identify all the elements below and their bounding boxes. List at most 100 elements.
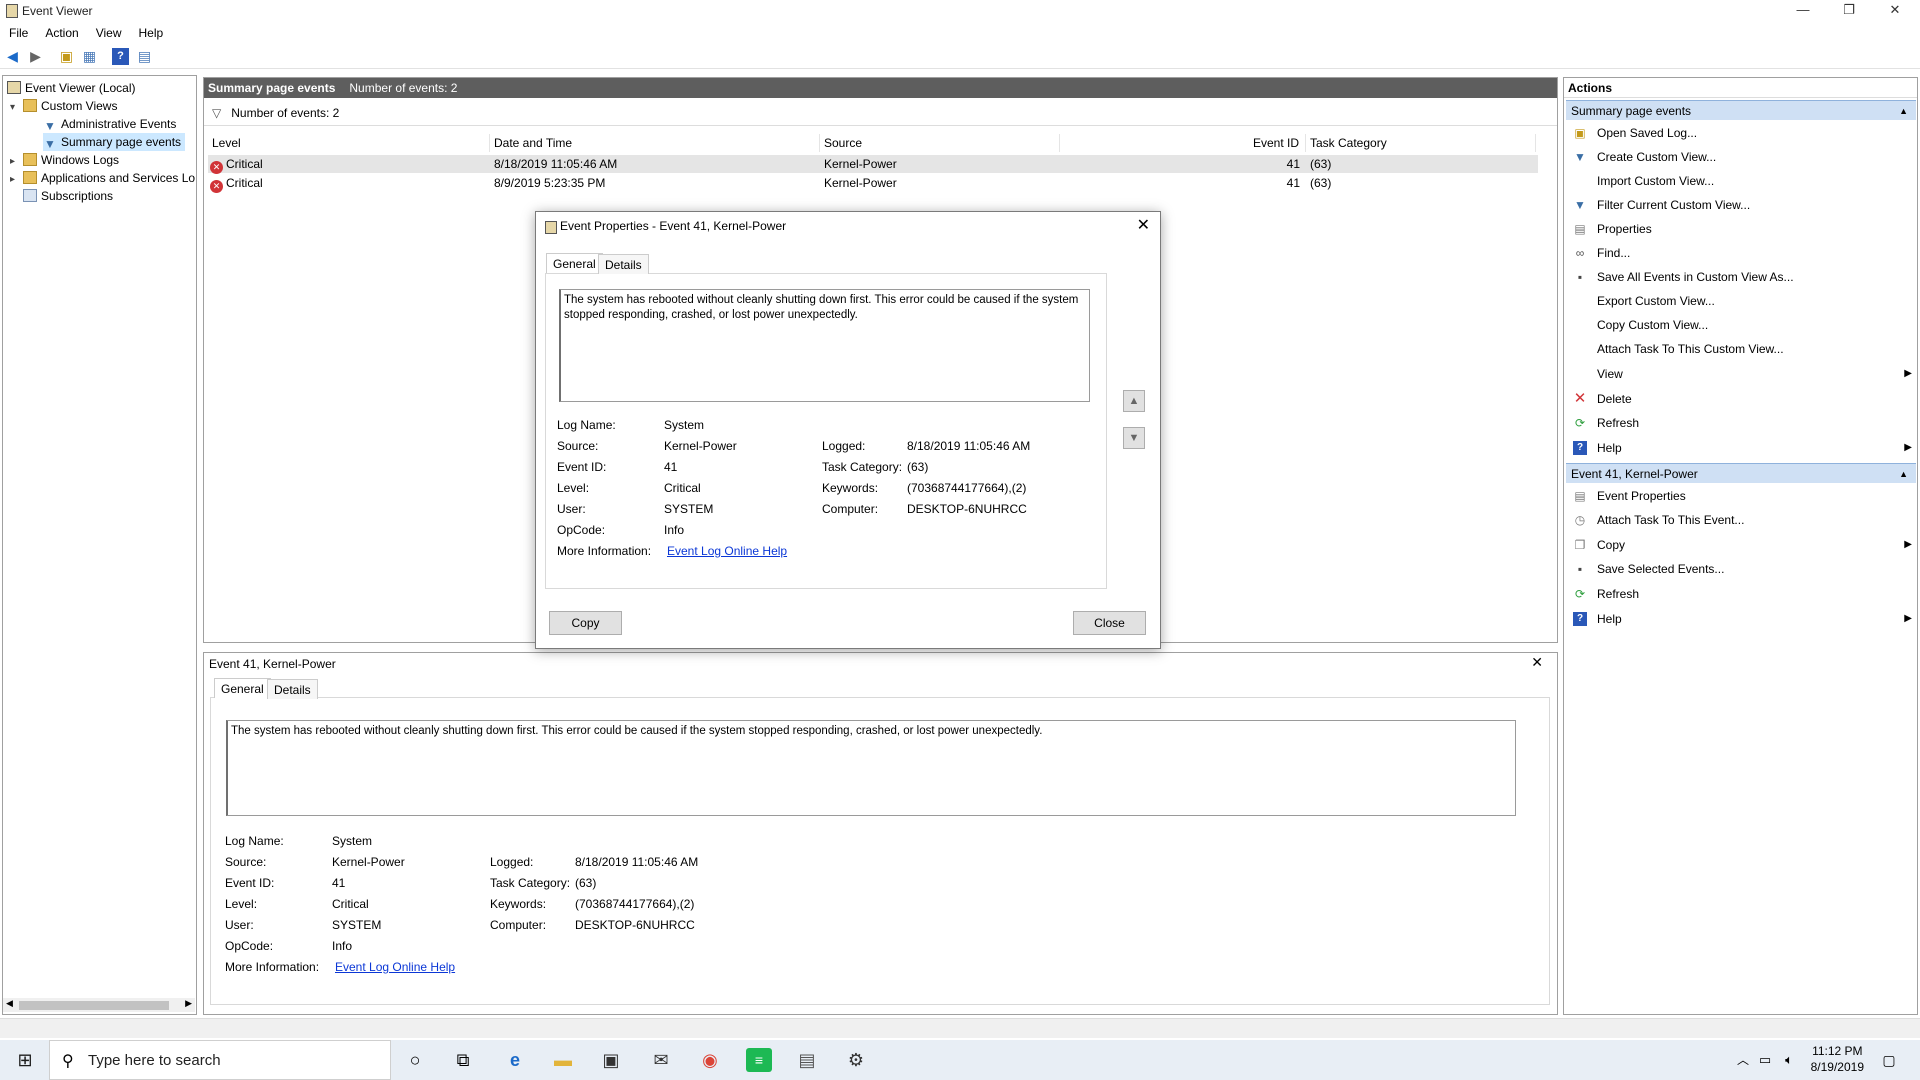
title-bar: Event Viewer — ❐ ✕ — [0, 0, 1920, 22]
preview-tab-details[interactable]: Details — [267, 679, 318, 699]
action-find[interactable]: ∞ Find... — [1569, 243, 1914, 263]
submenu-arrow-icon: ▶ — [1904, 368, 1912, 379]
close-preview-icon[interactable]: ✕ — [1531, 654, 1543, 671]
collapse-chevron-icon[interactable]: ▲ — [1899, 101, 1908, 121]
cortana-icon[interactable]: ○ — [402, 1048, 428, 1072]
scroll-left-icon[interactable]: ◀ — [6, 998, 13, 1009]
previous-event-arrow-icon[interactable]: ▲ — [1123, 390, 1145, 412]
tree-applications-services-logs[interactable]: Applications and Services Lo — [23, 169, 195, 187]
help-icon: ? — [1573, 441, 1587, 455]
help-icon: ? — [1573, 612, 1587, 626]
scroll-thumb[interactable] — [19, 1001, 169, 1010]
taskbar-search-box[interactable]: ⚲ Type here to search — [49, 1040, 391, 1080]
event-viewer-taskbar-icon[interactable]: ▤ — [794, 1048, 820, 1072]
action-properties[interactable]: ▤ Properties — [1569, 219, 1914, 239]
restore-button[interactable]: ❐ — [1826, 0, 1872, 22]
tree-horizontal-scrollbar[interactable]: ◀ ▶ — [3, 998, 195, 1012]
action-help-event[interactable]: ? Help ▶ — [1569, 609, 1914, 629]
expand-icon[interactable]: ▸ — [10, 156, 15, 167]
menu-action[interactable]: Action — [36, 23, 86, 40]
column-date-time[interactable]: Date and Time — [490, 134, 820, 152]
collapse-chevron-icon[interactable]: ▲ — [1899, 464, 1908, 484]
action-open-saved-log[interactable]: ▣ Open Saved Log... — [1569, 123, 1914, 143]
action-export-custom-view[interactable]: Export Custom View... — [1569, 291, 1914, 311]
menu-view[interactable]: View — [87, 23, 130, 40]
action-refresh-event[interactable]: ⟳ Refresh — [1569, 584, 1914, 604]
dialog-tab-general[interactable]: General — [546, 253, 603, 273]
dialog-close-icon[interactable]: ✕ — [1137, 215, 1150, 235]
collapse-icon[interactable]: ▾ — [10, 102, 15, 113]
folder-up-icon[interactable]: ▣ — [58, 48, 75, 65]
event-log-online-help-link[interactable]: Event Log Online Help — [667, 544, 787, 558]
event-viewer-icon — [7, 81, 21, 94]
menu-help[interactable]: Help — [130, 23, 172, 40]
column-event-id[interactable]: Event ID — [1060, 134, 1306, 152]
action-attach-task-event[interactable]: ◷ Attach Task To This Event... — [1569, 510, 1914, 530]
actions-section-summary-events[interactable]: Summary page events ▲ — [1566, 100, 1916, 120]
event-log-online-help-link[interactable]: Event Log Online Help — [335, 960, 455, 974]
close-button[interactable]: Close — [1073, 611, 1146, 635]
column-task-category[interactable]: Task Category — [1306, 134, 1536, 152]
action-import-custom-view[interactable]: Import Custom View... — [1569, 171, 1914, 191]
store-icon[interactable]: ▣ — [598, 1048, 624, 1072]
tree-root[interactable]: Event Viewer (Local) — [7, 79, 136, 97]
action-save-all-events[interactable]: ▪ Save All Events in Custom View As... — [1569, 267, 1914, 287]
spotify-icon[interactable]: ≡ — [746, 1048, 772, 1072]
action-create-custom-view[interactable]: ▼ Create Custom View... — [1569, 147, 1914, 167]
show-action-pane-icon[interactable]: ▤ — [136, 48, 153, 65]
dialog-tab-details[interactable]: Details — [598, 254, 649, 274]
back-arrow-icon[interactable]: ◀ — [4, 48, 21, 65]
label-level: Level: — [225, 897, 258, 911]
action-filter-current-custom-view[interactable]: ▼ Filter Current Custom View... — [1569, 195, 1914, 215]
event-properties-dialog: Event Properties - Event 41, Kernel-Powe… — [535, 211, 1161, 649]
tree-administrative-events[interactable]: ▼ Administrative Events — [43, 115, 176, 133]
action-event-properties[interactable]: ▤ Event Properties — [1569, 486, 1914, 506]
show-hide-tree-icon[interactable]: ▦ — [81, 48, 98, 65]
action-view[interactable]: View ▶ — [1569, 364, 1914, 384]
column-level[interactable]: Level — [208, 134, 490, 152]
actions-section-event[interactable]: Event 41, Kernel-Power ▲ — [1566, 463, 1916, 483]
next-event-arrow-icon[interactable]: ▼ — [1123, 427, 1145, 449]
folder-icon — [23, 99, 37, 112]
tree-summary-page-events[interactable]: ▼ Summary page events — [43, 133, 186, 151]
table-row[interactable]: ✕ Critical 8/18/2019 11:05:46 AM Kernel-P… — [208, 155, 1538, 174]
value-event-id: 41 — [664, 460, 678, 474]
settings-gear-icon[interactable]: ⚙ — [843, 1048, 869, 1072]
action-copy-custom-view[interactable]: Copy Custom View... — [1569, 315, 1914, 335]
action-help[interactable]: ? Help ▶ — [1569, 438, 1914, 458]
label-task-category: Task Category: — [822, 460, 903, 474]
scroll-right-icon[interactable]: ▶ — [185, 998, 192, 1009]
tree-windows-logs[interactable]: Windows Logs — [23, 151, 119, 169]
volume-icon[interactable]: 🔈︎ — [1776, 1048, 1802, 1072]
action-refresh[interactable]: ⟳ Refresh — [1569, 413, 1914, 433]
column-source[interactable]: Source — [820, 134, 1060, 152]
edge-browser-icon[interactable]: e — [502, 1048, 528, 1072]
action-attach-task-custom-view[interactable]: Attach Task To This Custom View... — [1569, 339, 1914, 359]
action-copy[interactable]: ❐ Copy ▶ — [1569, 535, 1914, 555]
mail-icon[interactable]: ✉ — [648, 1048, 674, 1072]
minimize-button[interactable]: — — [1780, 0, 1826, 22]
table-row[interactable]: ✕ Critical 8/9/2019 5:23:35 PM Kernel-Pow… — [208, 174, 1538, 193]
expand-icon[interactable]: ▸ — [10, 174, 15, 185]
action-save-selected-events[interactable]: ▪ Save Selected Events... — [1569, 559, 1914, 579]
notifications-icon[interactable]: ▢ — [1876, 1048, 1902, 1072]
task-view-icon[interactable]: ⧉ — [450, 1048, 476, 1072]
forward-arrow-icon[interactable]: ▶ — [27, 48, 44, 65]
file-explorer-icon[interactable]: ▬ — [550, 1048, 576, 1072]
help-icon[interactable]: ? — [112, 48, 129, 65]
action-delete[interactable]: ✕ Delete — [1569, 389, 1914, 409]
close-window-button[interactable]: ✕ — [1872, 0, 1918, 22]
menu-file[interactable]: File — [0, 23, 36, 40]
copy-button[interactable]: Copy — [549, 611, 622, 635]
toolbar: ◀ ▶ ▣ ▦ ? ▤ — [0, 45, 1920, 69]
network-icon[interactable]: ▭ — [1752, 1048, 1778, 1072]
tree-subscriptions[interactable]: Subscriptions — [23, 187, 113, 205]
filter-icon: ▼ — [1574, 150, 1586, 164]
event-viewer-icon — [6, 4, 18, 18]
windows-start-icon[interactable]: ⊞ — [12, 1048, 38, 1072]
preview-tab-general[interactable]: General — [214, 678, 271, 698]
label-user: User: — [225, 918, 254, 932]
chrome-icon[interactable]: ◉ — [697, 1048, 723, 1072]
tree-custom-views[interactable]: Custom Views — [23, 97, 117, 115]
taskbar-clock[interactable]: 11:12 PM 8/19/2019 — [1811, 1043, 1864, 1075]
